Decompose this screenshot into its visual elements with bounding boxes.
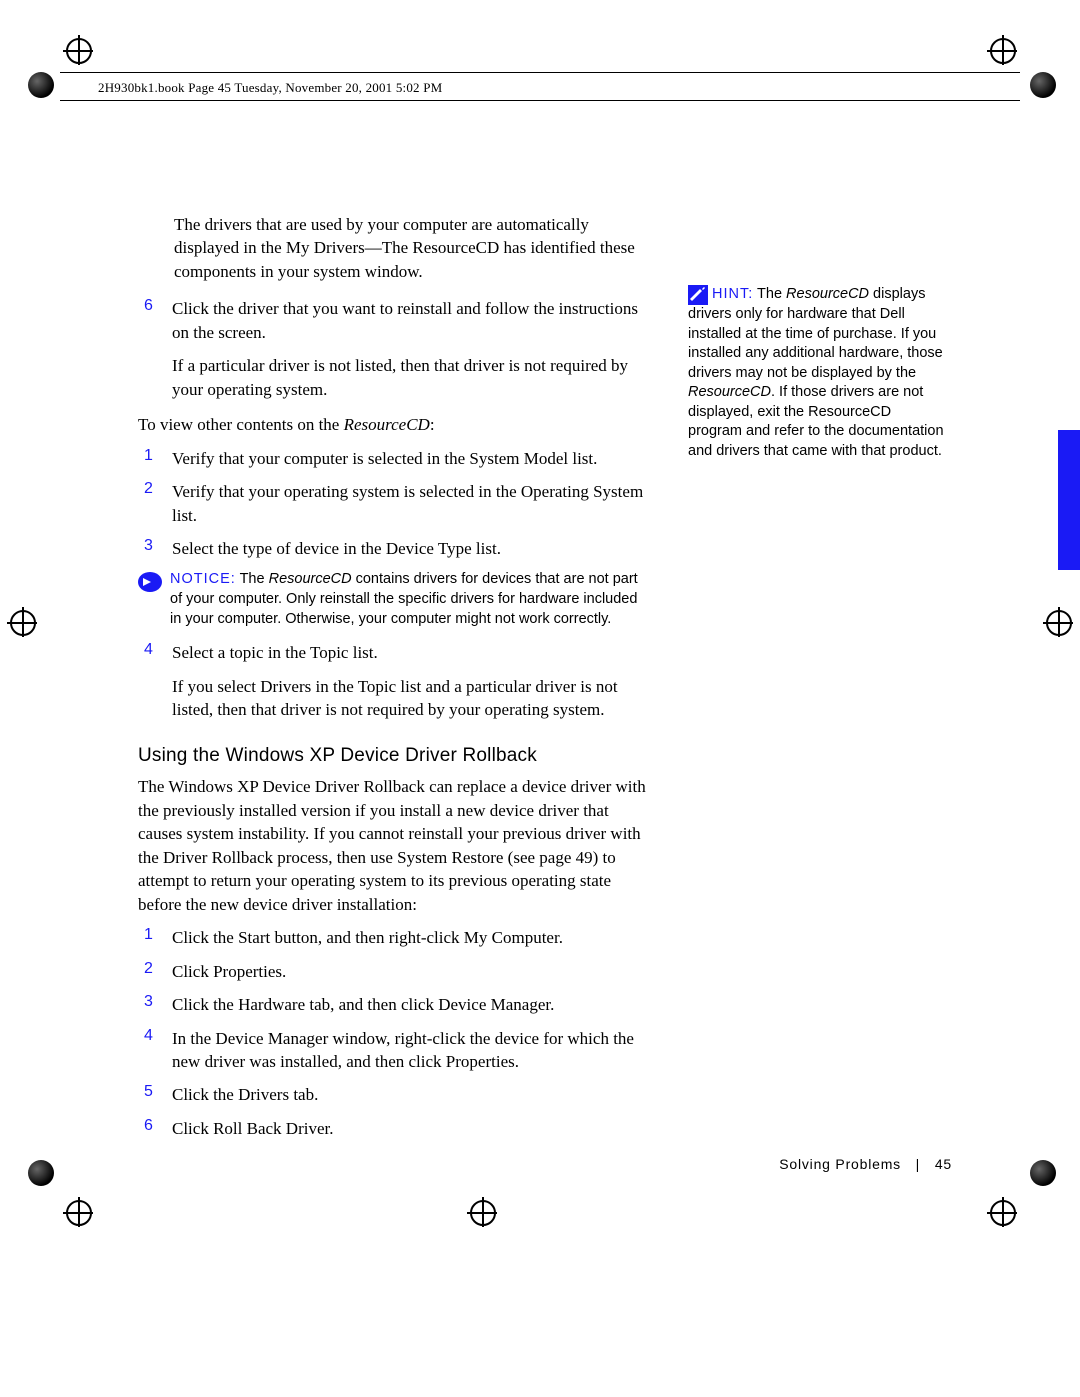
notice-block: NOTICE: The ResourceCD contains drivers … [138, 570, 648, 629]
page-thumb-tab [1058, 430, 1080, 570]
step-text: Click the Hardware tab, and then click D… [172, 993, 648, 1016]
view-step-4: 4 Select a topic in the Topic list. [138, 641, 648, 664]
crop-ball-br [1030, 1160, 1056, 1186]
crop-ball-tr [1030, 72, 1056, 98]
crop-mark-mr [1046, 610, 1072, 636]
crop-ball-tl [28, 72, 54, 98]
step-text: Select a topic in the Topic list. [172, 641, 648, 664]
view-intro-c: : [430, 415, 435, 434]
step-number: 4 [138, 1027, 172, 1074]
step-text: Click Properties. [172, 960, 648, 983]
header-rule-top [60, 72, 1020, 73]
hint-sidebar: HINT: The ResourceCD displays drivers on… [688, 285, 948, 462]
notice-text: NOTICE: The ResourceCD contains drivers … [170, 570, 648, 629]
notice-label: NOTICE: [170, 571, 236, 587]
step-number: 6 [138, 1117, 172, 1140]
step-6: 6 Click the driver that you want to rein… [138, 297, 648, 344]
step-text: Click the driver that you want to reinst… [172, 297, 648, 344]
footer-section: Solving Problems [779, 1156, 901, 1172]
view-step-2: 2 Verify that your operating system is s… [138, 480, 648, 527]
step-number: 1 [138, 926, 172, 949]
view-intro: To view other contents on the ResourceCD… [138, 413, 648, 436]
step-number: 2 [138, 480, 172, 527]
hint-icon [688, 285, 708, 305]
hint-a: The [753, 286, 786, 302]
step-text: Verify that your operating system is sel… [172, 480, 648, 527]
footer-separator: | [916, 1156, 920, 1172]
notice-a: The [236, 571, 269, 587]
view-intro-a: To view other contents on the [138, 415, 344, 434]
page-footer: Solving Problems | 45 [779, 1156, 952, 1172]
step-number: 1 [138, 447, 172, 470]
step-number: 4 [138, 641, 172, 664]
step-number: 3 [138, 537, 172, 560]
running-header: 2H930bk1.book Page 45 Tuesday, November … [98, 80, 442, 96]
rollback-step-1: 1 Click the Start button, and then right… [138, 926, 648, 949]
step-number: 5 [138, 1083, 172, 1106]
crop-mark-bc [470, 1200, 496, 1226]
footer-page-number: 45 [935, 1156, 952, 1172]
step-text: Click Roll Back Driver. [172, 1117, 648, 1140]
notice-b: ResourceCD [269, 571, 352, 587]
crop-ball-bl [28, 1160, 54, 1186]
hint-label: HINT: [712, 286, 753, 302]
crop-mark-tl [66, 38, 92, 64]
step-number: 2 [138, 960, 172, 983]
section-paragraph: The Windows XP Device Driver Rollback ca… [138, 775, 648, 916]
view-step-4-note: If you select Drivers in the Topic list … [172, 675, 648, 722]
header-rule-bottom [60, 100, 1020, 101]
rollback-step-6: 6 Click Roll Back Driver. [138, 1117, 648, 1140]
step-6-note: If a particular driver is not listed, th… [172, 354, 648, 401]
step-text: Click the Drivers tab. [172, 1083, 648, 1106]
rollback-step-4: 4 In the Device Manager window, right-cl… [138, 1027, 648, 1074]
rollback-step-3: 3 Click the Hardware tab, and then click… [138, 993, 648, 1016]
intro-paragraph: The drivers that are used by your comput… [174, 213, 648, 283]
step-number: 3 [138, 993, 172, 1016]
hint-d: ResourceCD [688, 384, 771, 400]
section-heading: Using the Windows XP Device Driver Rollb… [138, 745, 648, 767]
notice-icon [138, 572, 162, 592]
crop-mark-bl [66, 1200, 92, 1226]
view-step-1: 1 Verify that your computer is selected … [138, 447, 648, 470]
crop-mark-br [990, 1200, 1016, 1226]
crop-mark-ml [10, 610, 36, 636]
view-step-3: 3 Select the type of device in the Devic… [138, 537, 648, 560]
step-text: In the Device Manager window, right-clic… [172, 1027, 648, 1074]
step-text: Select the type of device in the Device … [172, 537, 648, 560]
main-column: The drivers that are used by your comput… [138, 213, 648, 1150]
view-intro-b: ResourceCD [344, 415, 430, 434]
crop-mark-tr [990, 38, 1016, 64]
step-number: 6 [138, 297, 172, 344]
step-text: Click the Start button, and then right-c… [172, 926, 648, 949]
rollback-step-2: 2 Click Properties. [138, 960, 648, 983]
hint-b: ResourceCD [786, 286, 869, 302]
rollback-step-5: 5 Click the Drivers tab. [138, 1083, 648, 1106]
step-text: Verify that your computer is selected in… [172, 447, 648, 470]
